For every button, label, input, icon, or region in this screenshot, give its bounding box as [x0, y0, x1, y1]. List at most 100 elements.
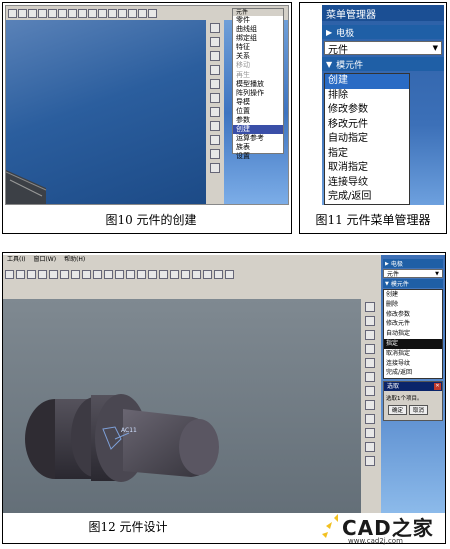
reorient-icon[interactable]	[38, 8, 47, 18]
spin-center-icon[interactable]	[98, 8, 107, 18]
datum-plane-icon[interactable]	[210, 23, 220, 33]
fig11-menu-item[interactable]: 连接导纹	[325, 176, 409, 191]
datum-plane-icon[interactable]	[181, 269, 190, 279]
spline-icon[interactable]	[210, 107, 220, 117]
layers-icon[interactable]	[137, 269, 146, 279]
datum-axis-icon[interactable]	[68, 8, 77, 18]
revolve-icon[interactable]	[365, 414, 375, 424]
redo-icon[interactable]	[16, 269, 25, 279]
fig10-menu-item[interactable]: 导模	[233, 98, 283, 107]
zoom-out-icon[interactable]	[18, 8, 27, 18]
menu-tools[interactable]: 工具(I)	[7, 255, 25, 265]
datum-axis-icon[interactable]	[192, 269, 201, 279]
fig12-menu-item[interactable]: 删除	[384, 300, 442, 310]
hole-icon[interactable]	[210, 149, 220, 159]
fig10-menu-item[interactable]: 创建	[233, 125, 283, 135]
wireframe-icon[interactable]	[170, 269, 179, 279]
zoom-in-icon[interactable]	[82, 269, 91, 279]
csys-icon[interactable]	[88, 8, 97, 18]
menu-window[interactable]: 窗口(W)	[33, 255, 56, 265]
datum-point-icon[interactable]	[210, 51, 220, 61]
revolve-icon[interactable]	[210, 135, 220, 145]
fig10-menu-item[interactable]: 运算参考	[233, 134, 283, 143]
fig11-menu-item[interactable]: 指定	[325, 147, 409, 162]
fig12-menu-item[interactable]: 修改元件	[384, 319, 442, 329]
fig10-menu-item[interactable]: 阵列操作	[233, 89, 283, 98]
fig10-viewport[interactable]	[6, 20, 206, 204]
fig10-menu-item[interactable]: 零件	[233, 16, 283, 25]
datum-plane-icon[interactable]	[58, 8, 67, 18]
find-icon[interactable]	[38, 269, 47, 279]
fig12-menu-item[interactable]: 自动指定	[384, 329, 442, 339]
sketch-icon[interactable]	[365, 344, 375, 354]
help-icon[interactable]	[118, 8, 127, 18]
fig11-menu-item[interactable]: 完成/返回	[325, 190, 409, 205]
sketch-icon[interactable]	[108, 8, 117, 18]
search-icon[interactable]	[128, 8, 137, 18]
fig10-menu-item[interactable]: 曲线组	[233, 25, 283, 34]
extrude-icon[interactable]	[365, 400, 375, 410]
wireframe-icon[interactable]	[138, 8, 147, 18]
regenerate-icon[interactable]	[27, 269, 36, 279]
fig11-component-dropdown[interactable]: 元件 ▼	[324, 41, 442, 56]
fig11-menu-item[interactable]: 取消指定	[325, 161, 409, 176]
copy-icon[interactable]	[60, 269, 69, 279]
fig10-menu-item[interactable]: 设置	[233, 152, 283, 161]
line-icon[interactable]	[365, 358, 375, 368]
fig10-menu-item[interactable]: 参数	[233, 116, 283, 125]
fig11-menu-item[interactable]: 排除	[325, 89, 409, 104]
cancel-button[interactable]: 取消	[409, 405, 429, 415]
fig12-menu-item[interactable]: 连接导纹	[384, 359, 442, 369]
zoom-in-icon[interactable]	[8, 8, 17, 18]
fig10-menu-item[interactable]: 模型播放	[233, 80, 283, 89]
line-icon[interactable]	[210, 79, 220, 89]
fig12-section-electrode[interactable]: ▶ 电极	[383, 259, 443, 268]
spline-icon[interactable]	[365, 386, 375, 396]
fig10-menu-item[interactable]: 位置	[233, 107, 283, 116]
datum-point-icon[interactable]	[365, 330, 375, 340]
fig12-viewport[interactable]: AC11	[3, 299, 361, 513]
datum-point-icon[interactable]	[203, 269, 212, 279]
fig12-menu-item[interactable]: 完成/返回	[384, 368, 442, 378]
fig11-submenu-header[interactable]: ▼ 模元件	[322, 57, 444, 71]
round-icon[interactable]	[210, 163, 220, 173]
fig12-menu-item[interactable]: 指定	[384, 338, 442, 349]
saved-view-icon[interactable]	[126, 269, 135, 279]
menu-help[interactable]: 帮助(H)	[64, 255, 85, 265]
help-icon[interactable]	[225, 269, 234, 279]
undo-icon[interactable]	[5, 269, 14, 279]
shaded-icon[interactable]	[148, 8, 157, 18]
datum-point-icon[interactable]	[78, 8, 87, 18]
paste-icon[interactable]	[71, 269, 80, 279]
fig10-menu-item[interactable]: 移动	[233, 61, 283, 70]
fig10-menu-item[interactable]: 再生	[233, 71, 283, 80]
fig11-menu-item[interactable]: 创建	[325, 74, 409, 89]
fig12-menu-item[interactable]: 取消指定	[384, 349, 442, 359]
curve-icon[interactable]	[365, 372, 375, 382]
refit-icon[interactable]	[104, 269, 113, 279]
saved-view-icon[interactable]	[48, 8, 57, 18]
shading-icon[interactable]	[148, 269, 157, 279]
curve-icon[interactable]	[210, 93, 220, 103]
csys-icon[interactable]	[214, 269, 223, 279]
fig12-submenu-header[interactable]: ▼ 模元件	[383, 279, 443, 288]
fig12-component-dropdown[interactable]: 元件 ▼	[383, 269, 443, 278]
shell-icon[interactable]	[365, 456, 375, 466]
fig10-menu-item[interactable]: 特征	[233, 43, 283, 52]
cut-icon[interactable]	[49, 269, 58, 279]
fig10-menu-item[interactable]: 绑定组	[233, 34, 283, 43]
fig11-section-electrode[interactable]: ▶ 电极	[322, 25, 444, 39]
round-icon[interactable]	[365, 442, 375, 452]
fig12-menu-item[interactable]: 修改参数	[384, 310, 442, 320]
refit-icon[interactable]	[28, 8, 37, 18]
fig11-menu-item[interactable]: 修改参数	[325, 103, 409, 118]
fig11-menu-item[interactable]: 移改元件	[325, 118, 409, 133]
datum-axis-icon[interactable]	[365, 316, 375, 326]
datum-axis-icon[interactable]	[210, 37, 220, 47]
datum-plane-icon[interactable]	[365, 302, 375, 312]
reorient-icon[interactable]	[115, 269, 124, 279]
fig11-menu-item[interactable]: 自动指定	[325, 132, 409, 147]
fig12-menu-item[interactable]: 创建	[384, 290, 442, 300]
hole-icon[interactable]	[365, 428, 375, 438]
sketch-icon[interactable]	[210, 65, 220, 75]
